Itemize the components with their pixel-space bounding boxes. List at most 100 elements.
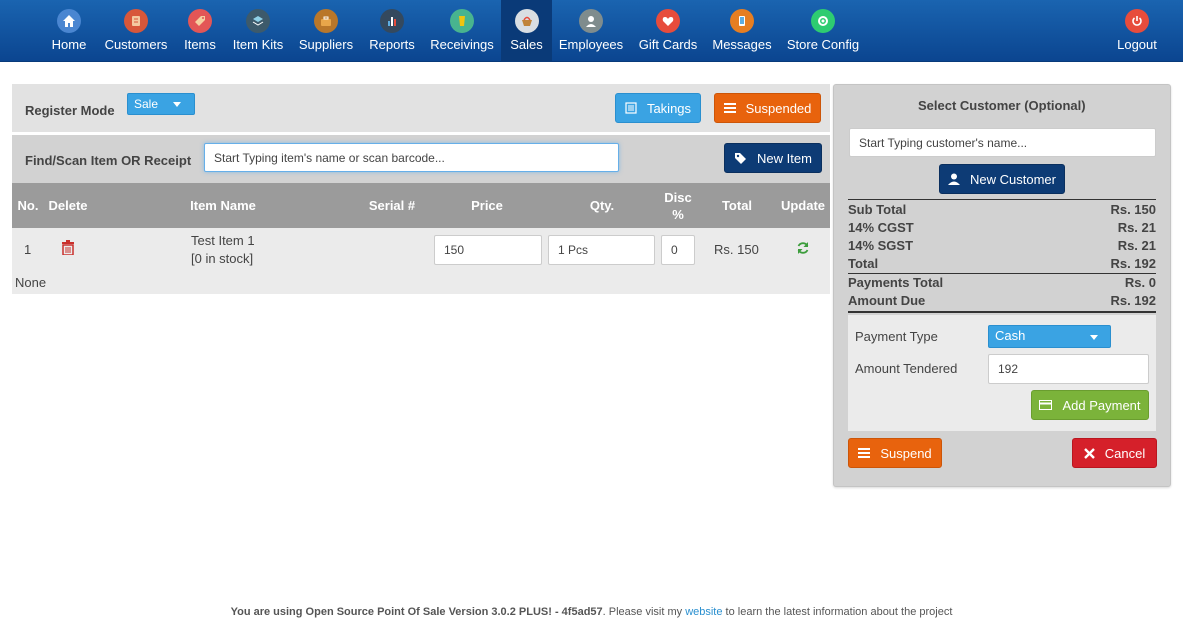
new-item-button[interactable]: New Item xyxy=(724,143,822,173)
footer-middle: . Please visit my xyxy=(602,606,686,618)
footer-website-link[interactable]: website xyxy=(685,606,722,618)
nav-label: Sales xyxy=(510,37,543,52)
nav-label: Suppliers xyxy=(298,37,354,52)
total-row: Total Rs. 192 xyxy=(848,255,1156,273)
nav-suppliers[interactable]: Suppliers xyxy=(298,0,354,62)
nav-label: Home xyxy=(51,37,87,52)
nav-items[interactable]: Items xyxy=(181,0,219,62)
row-total: Rs. 150 xyxy=(714,242,759,257)
quantity-input[interactable]: 1 Pcs xyxy=(548,235,655,265)
sgst-label: 14% SGST xyxy=(848,238,914,253)
amount-tendered-label: Amount Tendered xyxy=(855,361,958,376)
nav-reports[interactable]: Reports xyxy=(368,0,416,62)
register-mode-select[interactable]: Sale xyxy=(127,93,195,115)
nav-home[interactable]: Home xyxy=(48,0,90,62)
gift-cards-icon xyxy=(656,9,680,33)
items-icon xyxy=(188,9,212,33)
suppliers-icon xyxy=(314,9,338,33)
col-header-qty: Qty. xyxy=(589,198,615,213)
col-header-disc: Disc % xyxy=(664,189,692,222)
nav-receivings[interactable]: Receivings xyxy=(430,0,494,62)
add-payment-label: Add Payment xyxy=(1062,397,1141,413)
top-navbar: Home Customers Items Item Kits Suppliers… xyxy=(0,0,1183,62)
amount-due-value: Rs. 192 xyxy=(1110,293,1156,308)
refresh-icon[interactable] xyxy=(796,241,810,258)
tag-icon xyxy=(734,152,747,165)
nav-sales[interactable]: Sales xyxy=(501,0,552,62)
nav-gift-cards[interactable]: Gift Cards xyxy=(638,0,698,62)
find-item-label: Find/Scan Item OR Receipt xyxy=(25,153,192,168)
nav-messages[interactable]: Messages xyxy=(712,0,772,62)
suspended-label: Suspended xyxy=(745,100,812,116)
cgst-value: Rs. 21 xyxy=(1117,220,1156,235)
user-icon xyxy=(948,173,961,185)
payment-type-value: Cash xyxy=(995,328,1026,343)
col-header-item-name: Item Name xyxy=(190,198,256,213)
register-mode-label: Register Mode xyxy=(25,103,115,118)
nav-item-kits[interactable]: Item Kits xyxy=(230,0,286,62)
amount-tendered-input[interactable]: 192 xyxy=(988,354,1149,384)
credit-card-icon xyxy=(1039,400,1053,410)
select-customer-title: Select Customer (Optional) xyxy=(918,98,1086,113)
col-header-no: No. xyxy=(17,198,39,213)
discount-input[interactable]: 0 xyxy=(661,235,695,265)
messages-icon xyxy=(730,9,754,33)
payment-type-select[interactable]: Cash xyxy=(988,325,1111,348)
sales-icon xyxy=(514,9,539,33)
price-value: 150 xyxy=(444,243,465,257)
new-customer-label: New Customer xyxy=(970,171,1056,187)
cancel-button[interactable]: Cancel xyxy=(1072,438,1157,468)
total-value: Rs. 192 xyxy=(1110,256,1156,271)
item-search-input[interactable]: Start Typing item's name or scan barcode… xyxy=(204,143,619,172)
add-payment-button[interactable]: Add Payment xyxy=(1031,390,1149,420)
col-header-update: Update xyxy=(780,198,826,213)
nav-label: Customers xyxy=(104,37,168,52)
col-header-delete: Delete xyxy=(48,198,88,213)
nav-label: Reports xyxy=(369,37,415,52)
employees-icon xyxy=(579,9,603,33)
price-input[interactable]: 150 xyxy=(434,235,542,265)
customer-search-placeholder: Start Typing customer's name... xyxy=(859,135,1028,150)
trash-icon[interactable] xyxy=(62,240,74,258)
chevron-down-icon xyxy=(173,102,181,107)
payment-type-label: Payment Type xyxy=(855,329,938,344)
nav-label: Receivings xyxy=(430,37,494,52)
customer-search-input[interactable]: Start Typing customer's name... xyxy=(849,128,1156,157)
takings-button[interactable]: Takings xyxy=(615,93,701,123)
nav-label: Item Kits xyxy=(232,37,284,52)
nav-employees[interactable]: Employees xyxy=(559,0,623,62)
sgst-value: Rs. 21 xyxy=(1117,238,1156,253)
nav-customers[interactable]: Customers xyxy=(104,0,168,62)
quantity-value: 1 Pcs xyxy=(558,243,589,257)
col-header-price: Price xyxy=(471,198,503,213)
summary-divider xyxy=(848,311,1156,313)
nav-label: Items xyxy=(184,37,216,52)
chevron-down-icon xyxy=(1090,335,1098,340)
item-name-link[interactable]: Test Item 1 xyxy=(191,233,255,248)
item-stock: [0 in stock] xyxy=(191,251,254,266)
cancel-label: Cancel xyxy=(1104,445,1146,461)
nav-store-config[interactable]: Store Config xyxy=(786,0,860,62)
new-customer-button[interactable]: New Customer xyxy=(939,164,1065,194)
suspend-label: Suspend xyxy=(880,445,932,461)
subtotal-row: Sub Total Rs. 150 xyxy=(848,201,1156,219)
amount-due-row: Amount Due Rs. 192 xyxy=(848,292,1156,310)
home-icon xyxy=(57,9,81,33)
discount-value: 0 xyxy=(671,243,678,257)
subtotal-label: Sub Total xyxy=(848,202,907,217)
register-mode-value: Sale xyxy=(134,97,159,111)
suspend-button[interactable]: Suspend xyxy=(848,438,942,468)
nav-logout[interactable]: Logout xyxy=(1114,0,1160,62)
customers-icon xyxy=(124,9,148,33)
suspended-button[interactable]: Suspended xyxy=(714,93,821,123)
item-search-placeholder: Start Typing item's name or scan barcode… xyxy=(214,150,445,165)
nav-label: Store Config xyxy=(786,37,860,52)
summary-divider xyxy=(848,199,1156,200)
nav-label: Logout xyxy=(1117,37,1157,52)
payments-total-value: Rs. 0 xyxy=(1124,275,1156,290)
subtotal-value: Rs. 150 xyxy=(1110,202,1156,217)
receivings-icon xyxy=(450,9,474,33)
nav-label: Gift Cards xyxy=(638,37,698,52)
amount-tendered-value: 192 xyxy=(998,362,1019,376)
cart-table-header: No. Delete Item Name Serial # Price Qty.… xyxy=(12,183,830,228)
